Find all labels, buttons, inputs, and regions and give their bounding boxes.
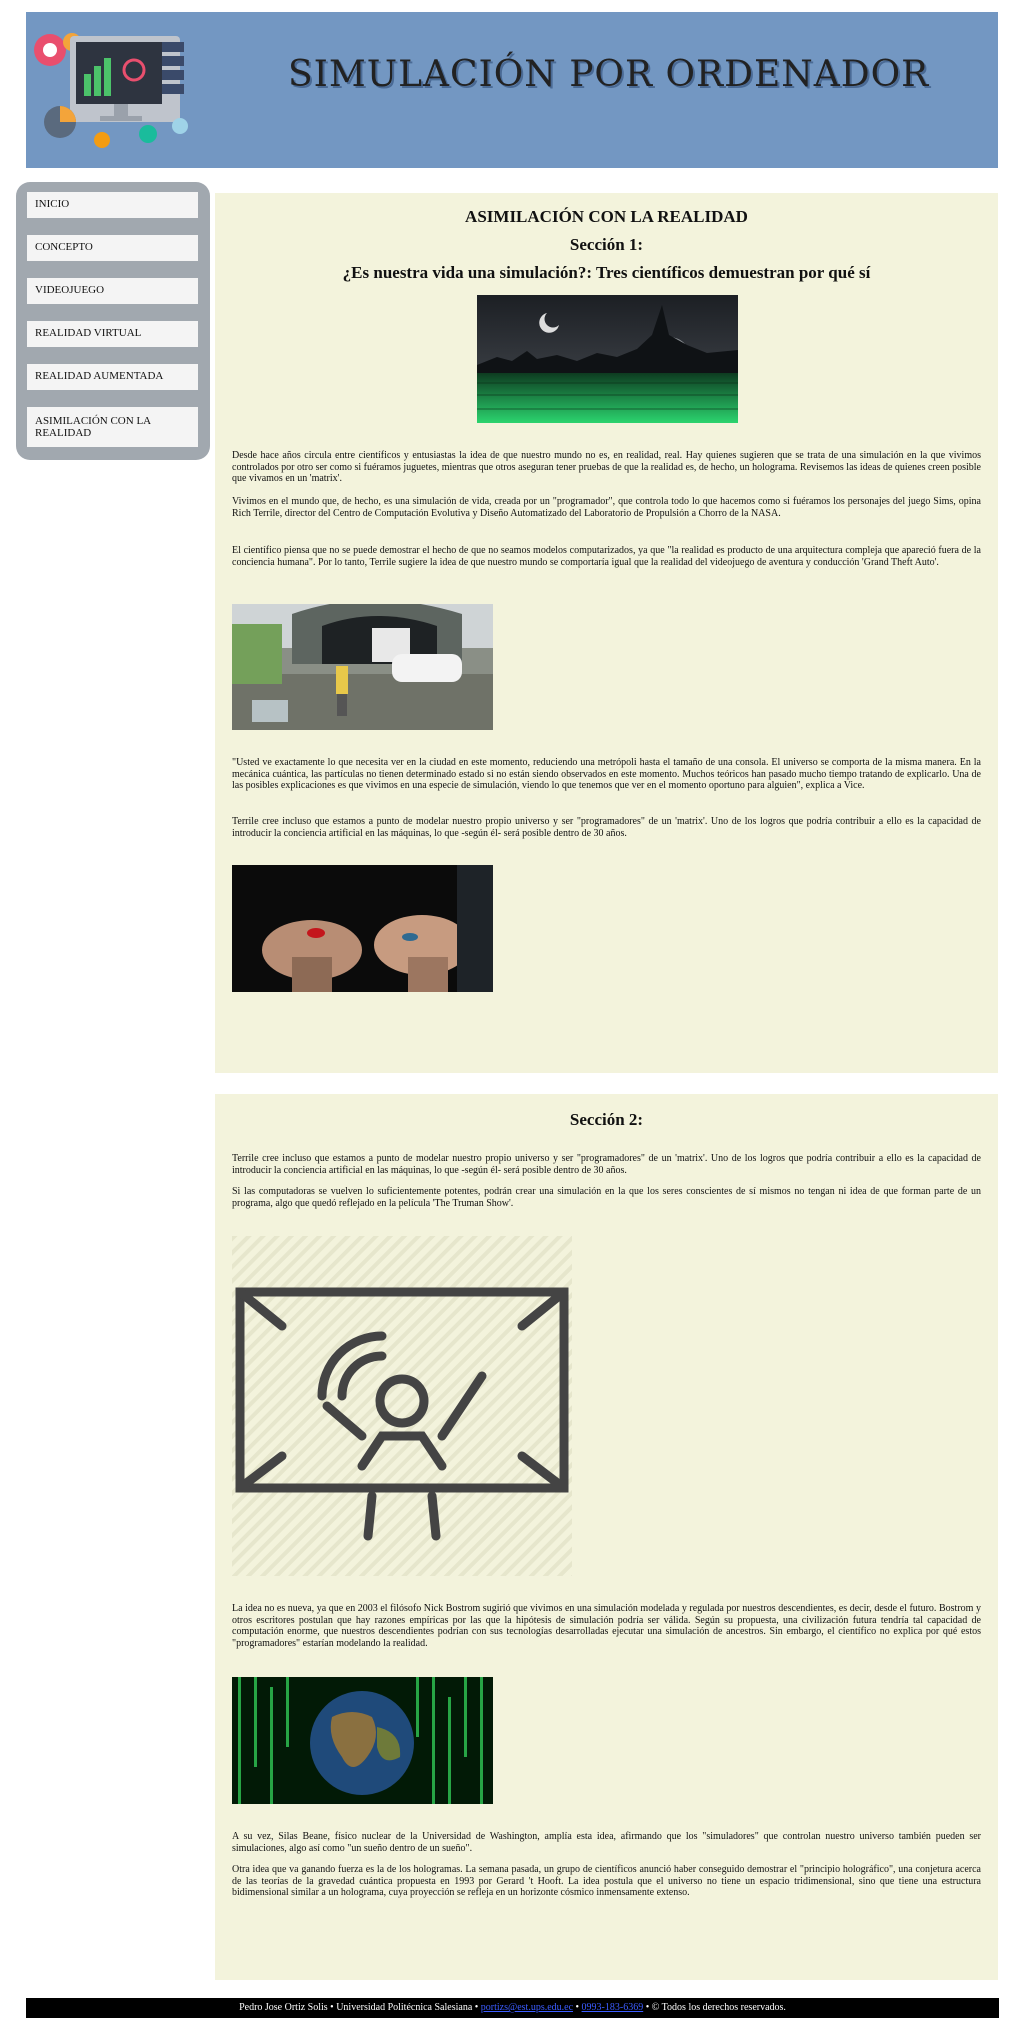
nav-item-concepto[interactable]: CONCEPTO [27,235,198,261]
footer-university: Universidad Politécnica Salesiana [336,2002,473,2013]
section-1-paragraph-2: Vivimos en el mundo que, de hecho, es un… [232,496,981,519]
matrix-city-image [477,295,738,423]
nav-item-videojuego[interactable]: VIDEOJUEGO [27,278,198,304]
section-2: Sección 2: Terrile cree incluso que esta… [215,1094,998,1980]
nav-item-realidad-virtual[interactable]: REALIDAD VIRTUAL [27,321,198,347]
nav-item-inicio[interactable]: INICIO [27,192,198,218]
section-2-heading: Sección 2: [569,1110,644,1129]
footer-separator: • [472,2002,481,2013]
footer-separator: • [573,2002,582,2013]
footer-email-link[interactable]: portizs@est.ups.edu.ec [481,2002,573,2013]
red-blue-pill-image [232,865,493,992]
footer-separator: • [327,2002,337,2013]
footer-author: Pedro Jose Ortiz Solis [239,2002,328,2013]
footer-copyright: © Todos los derechos reservados. [651,2002,786,2013]
gta-game-image [232,604,493,730]
nav-item-realidad-aumentada[interactable]: REALIDAD AUMENTADA [27,364,198,390]
sidebar-nav: INICIO CONCEPTO VIDEOJUEGO REALIDAD VIRT… [16,182,210,460]
nav-item-asimilacion[interactable]: ASIMILACIÓN CON LA REALIDAD [27,407,198,447]
section-1-paragraph-3: El científico piensa que no se puede dem… [232,545,981,568]
section-1-paragraph-5: Terrile cree incluso que estamos a punto… [232,816,981,839]
section-1-heading: Sección 1: [569,235,644,254]
site-title: SIMULACIÓN POR ORDENADOR [288,54,930,95]
footer-separator: • [643,2002,652,2013]
section-2-paragraph-3: La idea no es nueva, ya que en 2003 el f… [232,1603,981,1649]
section-2-paragraph-4: A su vez, Silas Beane, físico nuclear de… [232,1831,981,1854]
section-2-paragraph-1: Terrile cree incluso que estamos a punto… [232,1153,981,1176]
truman-show-icon [232,1236,572,1576]
site-footer: Pedro Jose Ortiz Solis • Universidad Pol… [26,1998,999,2018]
matrix-earth-image [232,1677,493,1804]
footer-phone-link[interactable]: 0993-183-6369 [582,2002,644,2013]
article-subheading: ¿Es nuestra vida una simulación?: Tres c… [342,263,871,282]
section-1-paragraph-4: "Usted ve exactamente lo que necesita ve… [232,757,981,791]
section-1: ASIMILACIÓN CON LA REALIDAD Sección 1: ¿… [215,193,998,1073]
page-heading: ASIMILACIÓN CON LA REALIDAD [465,207,748,226]
section-2-paragraph-2: Si las computadoras se vuelven lo sufici… [232,1186,981,1209]
section-2-paragraph-5: Otra idea que va ganando fuerza es la de… [232,1864,981,1898]
site-header: SIMULACIÓN POR ORDENADOR [26,12,998,168]
computer-illustration-logo [34,33,188,148]
section-1-paragraph-1: Desde hace años circula entre científico… [232,450,981,484]
